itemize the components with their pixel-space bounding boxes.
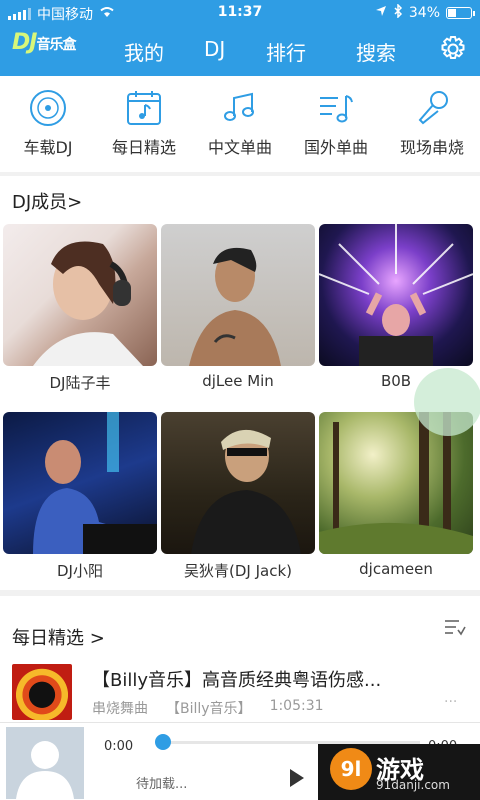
category-label: 车载DJ (23, 138, 73, 157)
watermark-url: 91danji.com (376, 778, 450, 792)
dj-card[interactable]: B0B (319, 224, 473, 390)
section-divider (0, 590, 480, 596)
category-foreign[interactable]: 国外单曲 (288, 88, 384, 160)
dj-name: djcameen (359, 560, 433, 578)
song-duration: 1:05:31 (269, 698, 324, 714)
watermark-logo: 9l (330, 748, 372, 790)
dj-section-title[interactable]: DJ成员> (12, 188, 82, 214)
dj-name: 吴狄青(DJ Jack) (184, 562, 292, 580)
dj-card[interactable]: djLee Min (161, 224, 315, 390)
dj-card[interactable]: DJ小阳 (3, 412, 157, 581)
nav-mine[interactable]: 我的 (124, 37, 164, 66)
dj-card[interactable]: 吴狄青(DJ Jack) (161, 412, 315, 581)
song-title[interactable]: 【Billy音乐】高音质经典粤语伤感... (92, 666, 381, 692)
music-note-icon (224, 92, 254, 121)
nav-dj[interactable]: DJ (204, 37, 225, 61)
daily-section-title[interactable]: 每日精选 > (12, 624, 105, 650)
category-daily[interactable]: 每日精选 (96, 88, 192, 160)
microphone-icon (418, 91, 448, 125)
dj-name: DJ小阳 (57, 562, 103, 580)
dj-card[interactable]: DJ陆子丰 (3, 224, 157, 393)
player-status: 待加载... (136, 777, 188, 792)
location-icon (375, 5, 387, 21)
dj-photo (3, 412, 157, 554)
category-live[interactable]: 现场串烧 (384, 88, 480, 160)
play-icon[interactable] (290, 769, 304, 787)
category-label: 每日精选 (111, 138, 176, 157)
dj-name: djLee Min (202, 372, 274, 390)
dj-photo (3, 224, 157, 366)
battery-percent: 34% (408, 5, 440, 21)
song-artist: 【Billy音乐】 (166, 701, 252, 717)
nav-ranking[interactable]: 排行 (266, 37, 306, 66)
app-logo: DJ音乐盒 (12, 30, 76, 55)
app-header: 中国移动 11:37 34% DJ音乐盒 我的 DJ 排行 搜索 (0, 0, 480, 76)
avatar[interactable] (6, 727, 84, 799)
section-divider (0, 172, 480, 176)
dj-photo (319, 224, 473, 366)
progress-knob[interactable] (155, 734, 171, 750)
dj-name: DJ陆子丰 (49, 374, 111, 392)
category-chinese[interactable]: 中文单曲 (192, 88, 288, 160)
bluetooth-icon (393, 3, 403, 22)
dj-photo (161, 224, 315, 366)
dj-photo (161, 412, 315, 554)
category-label: 现场串烧 (399, 138, 464, 157)
dj-card[interactable]: djcameen (319, 412, 473, 578)
more-options-icon[interactable]: ... (444, 690, 457, 706)
playlist-icon (320, 95, 353, 123)
song-genre: 串烧舞曲 (92, 701, 148, 717)
sort-list-icon[interactable] (444, 618, 466, 638)
top-nav: DJ音乐盒 我的 DJ 排行 搜索 (0, 28, 480, 72)
song-meta: 串烧舞曲 【Billy音乐】 1:05:31 (92, 698, 324, 718)
nav-search[interactable]: 搜索 (356, 37, 396, 66)
floating-assist-button[interactable] (414, 368, 480, 436)
song-cover[interactable] (12, 664, 72, 720)
category-label: 国外单曲 (303, 138, 368, 157)
category-label: 中文单曲 (207, 138, 272, 157)
battery-icon (446, 7, 475, 19)
gear-icon[interactable] (438, 34, 468, 64)
category-row: 车载DJ 每日精选 中文单曲 国外单曲 现场串烧 (0, 88, 480, 160)
status-bar: 中国移动 11:37 34% (0, 0, 480, 24)
current-time: 0:00 (104, 739, 134, 754)
category-car-dj[interactable]: 车载DJ (0, 88, 96, 160)
disc-icon (30, 90, 66, 126)
calendar-music-icon (127, 91, 161, 125)
